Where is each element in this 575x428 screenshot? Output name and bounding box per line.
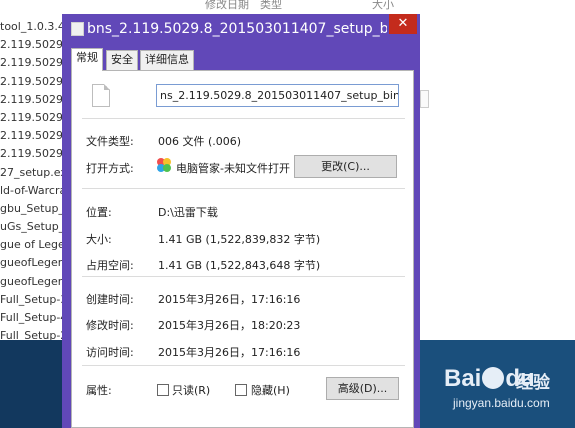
tab-general[interactable]: 常规	[71, 48, 103, 71]
list-item[interactable]: ld-of-Warcra	[0, 182, 62, 200]
paw-icon	[482, 367, 505, 389]
close-button[interactable]: ✕	[389, 14, 417, 34]
divider	[82, 118, 405, 119]
column-modified[interactable]: 修改日期	[205, 0, 249, 12]
pc-manager-icon	[157, 158, 171, 172]
list-item[interactable]: 2.119.5029.8	[0, 73, 62, 91]
file-list: tool_1.0.3.41 2.119.5029.8 2.119.5029.8 …	[0, 18, 62, 345]
scrollbar-thumb[interactable]	[420, 90, 429, 108]
list-item[interactable]: 2.119.5029.8	[0, 54, 62, 72]
file-type-label: 文件类型:	[86, 135, 134, 148]
disk-size-label: 占用空间:	[86, 259, 134, 272]
list-item[interactable]: 2.119.5029.8	[0, 127, 62, 145]
column-type[interactable]: 类型	[260, 0, 282, 12]
properties-dialog: bns_2.119.5029.8_201503011407_setup_bin.…	[62, 14, 420, 428]
list-item[interactable]: 2.119.5029.8	[0, 145, 62, 163]
location-label: 位置:	[86, 206, 112, 219]
filename-field[interactable]: ns_2.119.5029.8_201503011407_setup_bin.7…	[156, 84, 399, 107]
divider	[82, 188, 405, 189]
list-item[interactable]: 2.119.5029.8	[0, 91, 62, 109]
file-icon	[71, 22, 84, 36]
file-type-value: 006 文件 (.006)	[158, 135, 242, 148]
hidden-checkbox[interactable]	[235, 384, 247, 396]
list-item[interactable]: 2.119.5029.8	[0, 36, 62, 54]
open-with-value: 电脑管家-未知文件打开	[176, 162, 290, 175]
readonly-checkbox[interactable]	[157, 384, 169, 396]
tab-details[interactable]: 详细信息	[140, 50, 194, 70]
accessed-label: 访问时间:	[86, 346, 134, 359]
size-value: 1.41 GB (1,522,839,832 字节)	[158, 233, 321, 246]
dialog-title: bns_2.119.5029.8_201503011407_setup_bin.…	[87, 21, 387, 37]
list-item[interactable]: uGs_Setup_4	[0, 218, 62, 236]
general-panel: ns_2.119.5029.8_201503011407_setup_bin.7…	[71, 70, 414, 428]
list-item[interactable]: gue of Legen	[0, 236, 62, 254]
divider	[82, 365, 405, 366]
created-value: 2015年3月26日，17:16:16	[158, 293, 301, 306]
document-icon	[92, 84, 110, 107]
explorer-empty-area	[420, 0, 575, 345]
advanced-button[interactable]: 高级(D)...	[326, 377, 399, 400]
divider	[82, 276, 405, 277]
accessed-value: 2015年3月26日，17:16:16	[158, 346, 301, 359]
title-bar[interactable]: bns_2.119.5029.8_201503011407_setup_bin.…	[62, 14, 420, 44]
modified-label: 修改时间:	[86, 319, 134, 332]
watermark-url: jingyan.baidu.com	[453, 396, 550, 410]
list-item[interactable]: Full_Setup-3	[0, 291, 62, 309]
tab-security[interactable]: 安全	[106, 50, 138, 70]
location-value: D:\迅雷下载	[158, 206, 218, 219]
list-item[interactable]: gbu_Setup_2	[0, 200, 62, 218]
created-label: 创建时间:	[86, 293, 134, 306]
list-item[interactable]: 27_setup.exe	[0, 164, 62, 182]
watermark-text: 经验	[516, 373, 550, 393]
list-item[interactable]: Full_Setup-4	[0, 309, 62, 327]
modified-value: 2015年3月26日，18:20:23	[158, 319, 301, 332]
baidu-watermark: Bai du 经验 jingyan.baidu.com	[444, 365, 569, 420]
size-label: 大小:	[86, 233, 112, 246]
hidden-label: 隐藏(H)	[251, 384, 290, 397]
disk-size-value: 1.41 GB (1,522,843,648 字节)	[158, 259, 321, 272]
open-with-label: 打开方式:	[86, 162, 134, 175]
list-item[interactable]: gueofLegend	[0, 273, 62, 291]
list-item[interactable]: 2.119.5029.8	[0, 109, 62, 127]
change-button[interactable]: 更改(C)...	[294, 155, 397, 178]
list-item[interactable]: gueofLegend	[0, 254, 62, 272]
column-size[interactable]: 大小	[372, 0, 394, 12]
list-item[interactable]: tool_1.0.3.41	[0, 18, 62, 36]
readonly-label: 只读(R)	[172, 384, 211, 397]
attributes-label: 属性:	[86, 384, 112, 397]
